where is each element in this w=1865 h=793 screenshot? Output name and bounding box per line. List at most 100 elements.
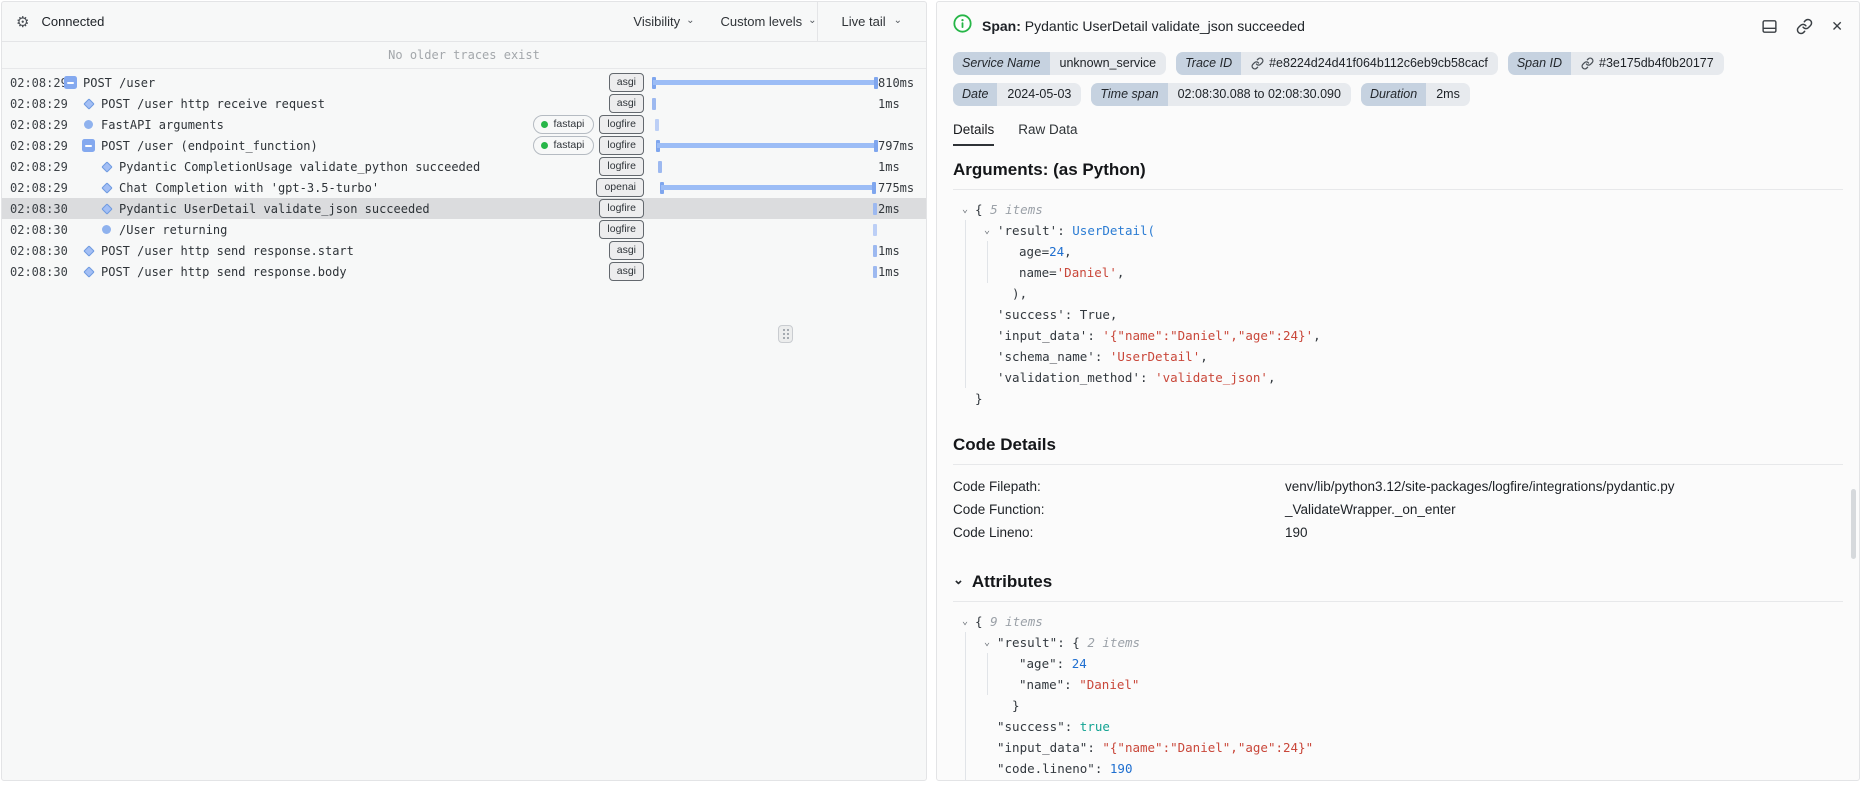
- logfire-badge[interactable]: logfire: [599, 199, 644, 218]
- asgi-badge[interactable]: asgi: [608, 262, 644, 281]
- attributes-heading: ⌄ Attributes: [953, 572, 1843, 602]
- chip-label: Date: [953, 83, 998, 106]
- row-timestamp: 02:08:29: [10, 75, 68, 90]
- chip-value[interactable]: #3e175db4f0b20177: [1571, 52, 1724, 75]
- chip-value[interactable]: #e8224d24d41f064b112c6eb9cb58cacf: [1241, 52, 1498, 75]
- trace-row[interactable]: 02:08:29 POST /user asgi 810ms: [2, 72, 926, 93]
- trace-row[interactable]: 02:08:30 POST /user http send response.st…: [2, 240, 926, 261]
- code-detail-label: Code Lineno:: [953, 524, 1034, 540]
- collapse-chevron-icon[interactable]: ⌄: [962, 199, 968, 220]
- dock-panel-icon[interactable]: [1761, 18, 1778, 35]
- chip-label: Time span: [1091, 83, 1168, 106]
- duration-bar-cell: [652, 198, 878, 219]
- logfire-badge[interactable]: logfire: [599, 157, 644, 176]
- logfire-badge[interactable]: logfire: [599, 115, 644, 134]
- chip-value: 02:08:30.088 to 02:08:30.090: [1167, 83, 1351, 106]
- meta-chip-service-name: Service Name unknown_service: [953, 52, 1167, 75]
- span-detail-panel: Span: Pydantic UserDetail validate_json …: [936, 1, 1860, 781]
- duration-bar-cell: [652, 93, 878, 114]
- trace-row[interactable]: 02:08:29 Pydantic CompletionUsage validat…: [2, 156, 926, 177]
- duration-tick: [873, 223, 877, 236]
- trace-panel: ⚙ Connected Visibility ⌄ Custom levels ⌄…: [1, 1, 927, 781]
- row-label: /User returning: [119, 222, 228, 237]
- visibility-dropdown[interactable]: Visibility ⌄: [633, 14, 694, 29]
- app: ⚙ Connected Visibility ⌄ Custom levels ⌄…: [0, 0, 1865, 793]
- code-line: 'input_data': '{"name":"Daniel","age":24…: [953, 324, 1843, 346]
- code-line: ⌄ "result": { 2 items: [953, 631, 1843, 653]
- row-duration: 1ms: [878, 96, 900, 111]
- fastapi-badge[interactable]: fastapi: [533, 136, 595, 155]
- span-diamond-icon: [100, 202, 113, 215]
- meta-chip-duration: Duration 2ms: [1360, 83, 1470, 106]
- asgi-badge[interactable]: asgi: [608, 241, 644, 260]
- collapse-chevron-icon[interactable]: ⌄: [984, 220, 990, 241]
- chip-label: Trace ID: [1176, 52, 1242, 75]
- collapse-span-icon[interactable]: [82, 139, 95, 152]
- custom-levels-dropdown[interactable]: Custom levels ⌄: [721, 14, 817, 29]
- code-line: ),: [953, 282, 1843, 304]
- arguments-heading: Arguments: (as Python): [953, 160, 1843, 190]
- chip-label: Duration: [1360, 83, 1427, 106]
- trace-row[interactable]: 02:08:29 POST /user http receive request a…: [2, 93, 926, 114]
- trace-row[interactable]: 02:08:30 POST /user http send response.bo…: [2, 261, 926, 282]
- collapse-chevron-icon[interactable]: ⌄: [984, 632, 990, 653]
- trace-row[interactable]: 02:08:30/User returning logfire: [2, 219, 926, 240]
- log-dot-icon: [82, 118, 95, 131]
- openai-badge[interactable]: openai: [596, 178, 644, 197]
- trace-panel-header: ⚙ Connected Visibility ⌄ Custom levels ⌄…: [2, 2, 926, 42]
- trace-row[interactable]: 02:08:29 Chat Completion with 'gpt-3.5-tu…: [2, 177, 926, 198]
- trace-row[interactable]: 02:08:29 FastAPI arguments fastapi logfire: [2, 114, 926, 135]
- live-tail-dropdown[interactable]: Live tail ⌄: [816, 2, 926, 41]
- close-icon[interactable]: ✕: [1831, 19, 1843, 33]
- trace-row[interactable]: 02:08:29 POST /user (endpoint_function) fa…: [2, 135, 926, 156]
- code-line: }: [975, 390, 983, 406]
- collapse-span-icon[interactable]: [64, 76, 77, 89]
- duration-bar-cell: [652, 135, 878, 156]
- code-line: ⌄'result': UserDetail(: [953, 219, 1843, 241]
- row-label: Pydantic CompletionUsage validate_python…: [119, 159, 481, 174]
- duration-bar-cell: [652, 156, 878, 177]
- duration-bar-cell: [652, 261, 878, 282]
- row-label: POST /user http send response.body: [101, 264, 347, 279]
- span-diamond-icon: [82, 244, 95, 257]
- code-details-table: Code Filepath: venv/lib/python3.12/site-p…: [953, 475, 1843, 544]
- code-line: "age": 24: [953, 652, 1843, 674]
- connection-status: Connected: [41, 14, 105, 29]
- span-diamond-icon: [100, 181, 113, 194]
- row-timestamp: 02:08:30: [10, 201, 68, 216]
- code-detail-label: Code Filepath:: [953, 478, 1041, 494]
- span-diamond-icon: [100, 160, 113, 173]
- duration-tick: [658, 160, 663, 173]
- meta-chip-span-id: Span ID #3e175db4f0b20177: [1507, 52, 1724, 75]
- scrollbar-thumb[interactable]: [1851, 489, 1856, 559]
- chip-value: unknown_service: [1049, 52, 1167, 75]
- tab-details[interactable]: Details: [953, 122, 995, 146]
- row-duration: 810ms: [878, 75, 915, 90]
- collapse-chevron-icon[interactable]: ⌄: [962, 611, 968, 632]
- code-line: 'schema_name': 'UserDetail',: [953, 345, 1843, 367]
- duration-bar-cell: [652, 114, 878, 135]
- duration-bar: [652, 76, 878, 89]
- code-line: ⌄{ 9 items: [953, 611, 1843, 632]
- span-title: Span: Pydantic UserDetail validate_json …: [982, 18, 1305, 34]
- asgi-badge[interactable]: asgi: [608, 94, 644, 113]
- tab-raw-data[interactable]: Raw Data: [1018, 122, 1077, 146]
- attributes-json-tree: ⌄{ 9 items ⌄ "result": { 2 items "age": 24 "…: [953, 611, 1843, 780]
- code-detail-value: 190: [1285, 524, 1308, 540]
- row-label: POST /user: [83, 75, 156, 90]
- logfire-badge[interactable]: logfire: [599, 136, 644, 155]
- span-diamond-icon: [82, 265, 95, 278]
- settings-gear-icon[interactable]: ⚙: [16, 13, 29, 31]
- collapse-chevron-icon[interactable]: ⌄: [953, 572, 964, 588]
- copy-link-icon[interactable]: [1796, 18, 1813, 35]
- asgi-badge[interactable]: asgi: [608, 73, 644, 92]
- trace-row-list: 02:08:29 POST /user asgi 810ms 02:08:29 POST …: [2, 69, 926, 282]
- row-timestamp: 02:08:29: [10, 117, 68, 132]
- row-timestamp: 02:08:29: [10, 138, 68, 153]
- code-line: "success": true: [953, 715, 1843, 737]
- trace-row[interactable]: 02:08:30 Pydantic UserDetail validate_jso…: [2, 198, 926, 219]
- fastapi-badge[interactable]: fastapi: [533, 115, 595, 134]
- panel-resize-handle[interactable]: [778, 325, 793, 343]
- row-timestamp: 02:08:30: [10, 264, 68, 279]
- logfire-badge[interactable]: logfire: [599, 220, 644, 239]
